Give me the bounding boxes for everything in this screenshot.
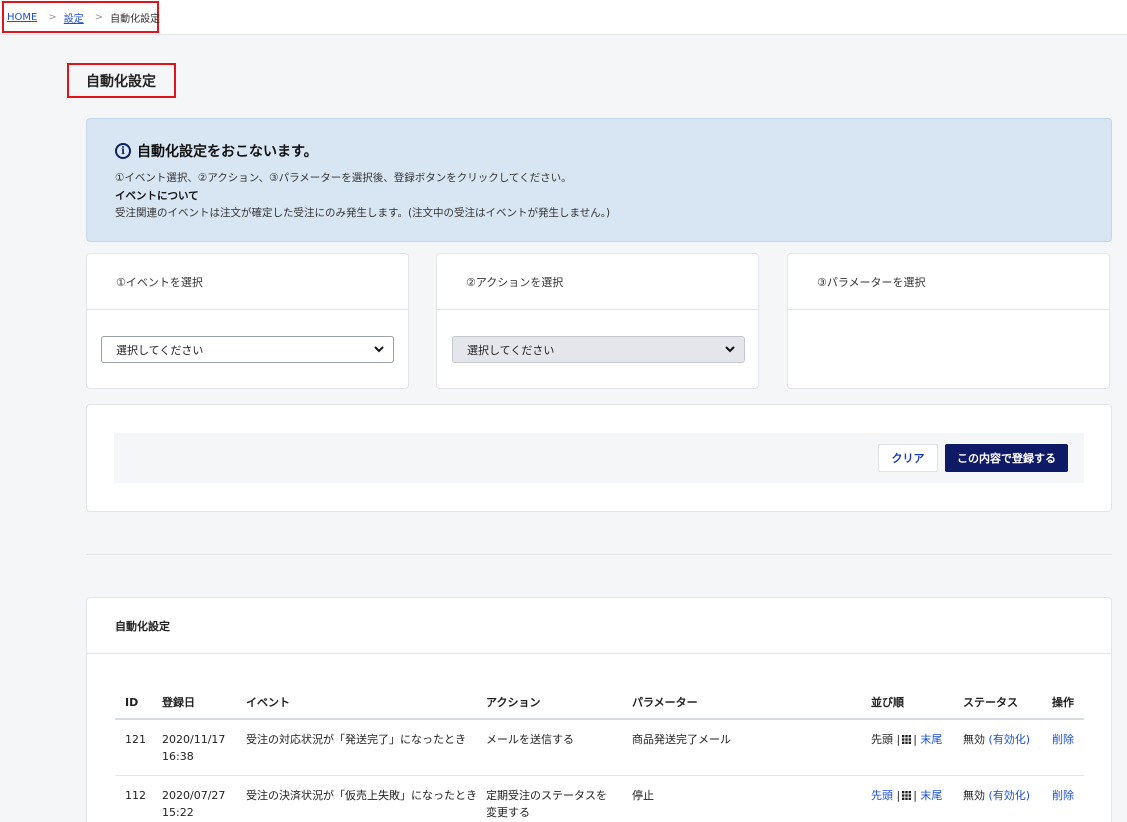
enable-link[interactable]: (有効化)	[989, 733, 1031, 746]
clear-button[interactable]: クリア	[878, 444, 938, 472]
event-select-value: 選択してください	[116, 343, 204, 357]
event-select-card: ①イベントを選択 選択してください	[86, 253, 409, 389]
action-select-card: ②アクションを選択 選択してください	[436, 253, 759, 389]
divider	[86, 554, 1112, 555]
row-action: 定期受注のステータスを 変更する	[486, 789, 607, 819]
delete-link[interactable]: 削除	[1052, 731, 1074, 748]
chevron-down-icon	[725, 346, 735, 353]
col-operations: 操作	[1052, 696, 1074, 709]
info-event-note: 受注関連のイベントは注文が確定した受注にのみ発生します。(注文中の受注はイベント…	[115, 207, 611, 219]
row-id: 112	[125, 789, 146, 802]
action-select[interactable]: 選択してください	[452, 336, 745, 363]
row-parameter: 停止	[632, 789, 654, 802]
col-parameter: パラメーター	[632, 696, 698, 709]
breadcrumb-separator: >	[48, 11, 57, 23]
col-status: ステータス	[963, 696, 1018, 709]
col-order: 並び順	[871, 696, 904, 709]
register-button[interactable]: この内容で登録する	[945, 444, 1068, 472]
table-row: 121 2020/11/17 16:38 受注の対応状況が「発送完了」になったとき…	[115, 720, 1084, 776]
status-text: 無効	[963, 789, 985, 802]
col-action: アクション	[486, 696, 541, 709]
grid-icon[interactable]	[902, 791, 912, 800]
action-card: クリア この内容で登録する	[86, 404, 1112, 512]
order-first-text: 先頭	[871, 733, 893, 746]
breadcrumb-separator: >	[94, 11, 104, 23]
top-bar: HOME > 設定 > 自動化設定	[0, 0, 1127, 35]
col-id: ID	[125, 696, 139, 709]
grid-icon[interactable]	[902, 735, 912, 744]
row-order: 先頭 | | 末尾	[871, 789, 943, 802]
breadcrumb-home-link[interactable]: HOME	[7, 12, 37, 23]
row-action: メールを送信する	[486, 733, 574, 746]
status-text: 無効	[963, 733, 985, 746]
row-id: 121	[125, 733, 146, 746]
automation-list-card: 自動化設定 ID 登録日 イベント アクション パラメーター 並び順 ステータス…	[86, 597, 1112, 822]
parameter-select-card: ③パラメーターを選択	[787, 253, 1110, 389]
col-date: 登録日	[162, 696, 195, 709]
page-title: 自動化設定	[67, 63, 176, 98]
breadcrumb: HOME > 設定 > 自動化設定	[2, 1, 161, 33]
table-header: ID 登録日 イベント アクション パラメーター 並び順 ステータス 操作	[115, 686, 1084, 720]
row-event: 受注の対応状況が「発送完了」になったとき	[246, 733, 466, 746]
enable-link[interactable]: (有効化)	[989, 789, 1031, 802]
info-icon: i	[115, 143, 131, 159]
row-order: 先頭 | | 末尾	[871, 733, 943, 746]
move-last-link[interactable]: 末尾	[920, 733, 942, 746]
table-row: 112 2020/07/27 15:22 受注の決済状況が「仮売上失敗」になったと…	[115, 776, 1084, 822]
row-parameter: 商品発送完了メール	[632, 733, 731, 746]
info-heading-text: 自動化設定をおこないます。	[137, 144, 318, 160]
automation-table: ID 登録日 イベント アクション パラメーター 並び順 ステータス 操作 12…	[115, 686, 1084, 822]
breadcrumb-settings-link[interactable]: 設定	[64, 10, 84, 25]
list-title: 自動化設定	[87, 598, 1111, 654]
row-status: 無効 (有効化)	[963, 731, 1030, 748]
chevron-down-icon	[374, 346, 384, 353]
move-first-link[interactable]: 先頭	[871, 789, 893, 802]
event-select-title: ①イベントを選択	[87, 254, 408, 310]
breadcrumb-current: 自動化設定	[110, 13, 161, 25]
info-event-heading: イベントについて	[115, 189, 199, 202]
delete-link[interactable]: 削除	[1052, 787, 1074, 804]
col-event: イベント	[246, 696, 290, 709]
row-date: 2020/07/27 15:22	[162, 789, 226, 819]
row-date: 2020/11/17 16:38	[162, 733, 226, 763]
row-event: 受注の決済状況が「仮売上失敗」になったとき	[246, 789, 477, 802]
info-instructions: ①イベント選択、②アクション、③パラメーターを選択後、登録ボタンをクリックしてく…	[115, 172, 572, 184]
event-select[interactable]: 選択してください	[101, 336, 394, 363]
info-heading: i 自動化設定をおこないます。	[115, 141, 1083, 161]
move-last-link[interactable]: 末尾	[920, 789, 942, 802]
row-status: 無効 (有効化)	[963, 787, 1030, 804]
info-box: i 自動化設定をおこないます。 ①イベント選択、②アクション、③パラメーターを選…	[86, 118, 1112, 242]
button-bar: クリア この内容で登録する	[114, 433, 1084, 483]
action-select-value: 選択してください	[467, 343, 555, 357]
parameter-select-title: ③パラメーターを選択	[788, 254, 1109, 310]
action-select-title: ②アクションを選択	[437, 254, 758, 310]
